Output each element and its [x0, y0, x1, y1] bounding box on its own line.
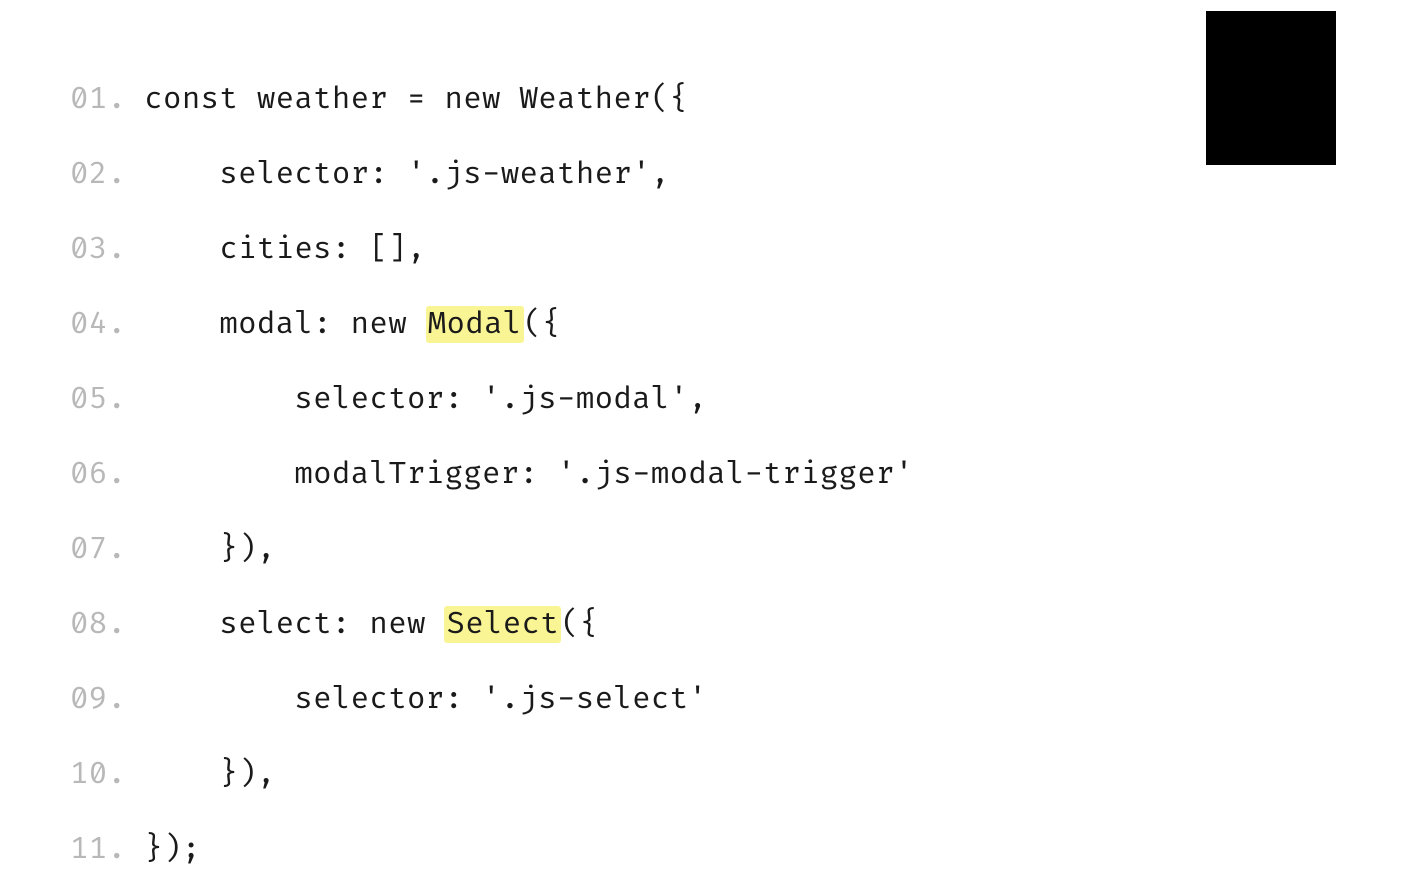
- code-line: 10. }),: [70, 755, 1428, 794]
- code-segment: modal: new: [144, 306, 425, 343]
- code-line: 11. });: [70, 830, 1428, 869]
- line-number: 03.: [70, 230, 126, 269]
- code-content: }),: [144, 755, 275, 794]
- line-number: 07.: [70, 530, 126, 569]
- line-number: 09.: [70, 680, 126, 719]
- code-content: }),: [144, 530, 275, 569]
- code-segment: selector: '.js-select': [144, 681, 707, 718]
- code-content: select: new Select({: [144, 605, 598, 644]
- code-segment: ({: [561, 606, 599, 643]
- code-line: 06. modalTrigger: '.js-modal-trigger': [70, 455, 1428, 494]
- code-segment: select: new: [144, 606, 444, 643]
- code-line: 04. modal: new Modal({: [70, 305, 1428, 344]
- line-number: 05.: [70, 380, 126, 419]
- line-number: 11.: [70, 830, 126, 869]
- code-line: 07. }),: [70, 530, 1428, 569]
- code-content: const weather = new Weather({: [144, 80, 688, 119]
- code-content: cities: [],: [144, 230, 425, 269]
- code-segment: });: [144, 831, 200, 868]
- line-number: 08.: [70, 605, 126, 644]
- code-line: 03. cities: [],: [70, 230, 1428, 269]
- black-box-overlay: [1206, 11, 1336, 165]
- code-content: selector: '.js-select': [144, 680, 707, 719]
- code-content: modal: new Modal({: [144, 305, 561, 344]
- code-line: 05. selector: '.js-modal',: [70, 380, 1428, 419]
- code-segment: selector: '.js-modal',: [144, 381, 707, 418]
- code-segment: selector: '.js-weather',: [144, 156, 669, 193]
- code-line: 08. select: new Select({: [70, 605, 1428, 644]
- line-number: 02.: [70, 155, 126, 194]
- line-number: 01.: [70, 80, 126, 119]
- code-segment: const weather = new Weather({: [144, 81, 688, 118]
- code-segment: modalTrigger: '.js-modal-trigger': [144, 456, 913, 493]
- line-number: 06.: [70, 455, 126, 494]
- code-segment-highlight: Select: [444, 606, 561, 643]
- code-segment: }),: [144, 756, 275, 793]
- code-line: 09. selector: '.js-select': [70, 680, 1428, 719]
- code-segment: ({: [524, 306, 562, 343]
- code-content: selector: '.js-modal',: [144, 380, 707, 419]
- code-content: });: [144, 830, 200, 869]
- code-segment-highlight: Modal: [426, 306, 524, 343]
- code-content: selector: '.js-weather',: [144, 155, 669, 194]
- code-segment: }),: [144, 531, 275, 568]
- line-number: 04.: [70, 305, 126, 344]
- line-number: 10.: [70, 755, 126, 794]
- code-content: modalTrigger: '.js-modal-trigger': [144, 455, 913, 494]
- code-segment: cities: [],: [144, 231, 425, 268]
